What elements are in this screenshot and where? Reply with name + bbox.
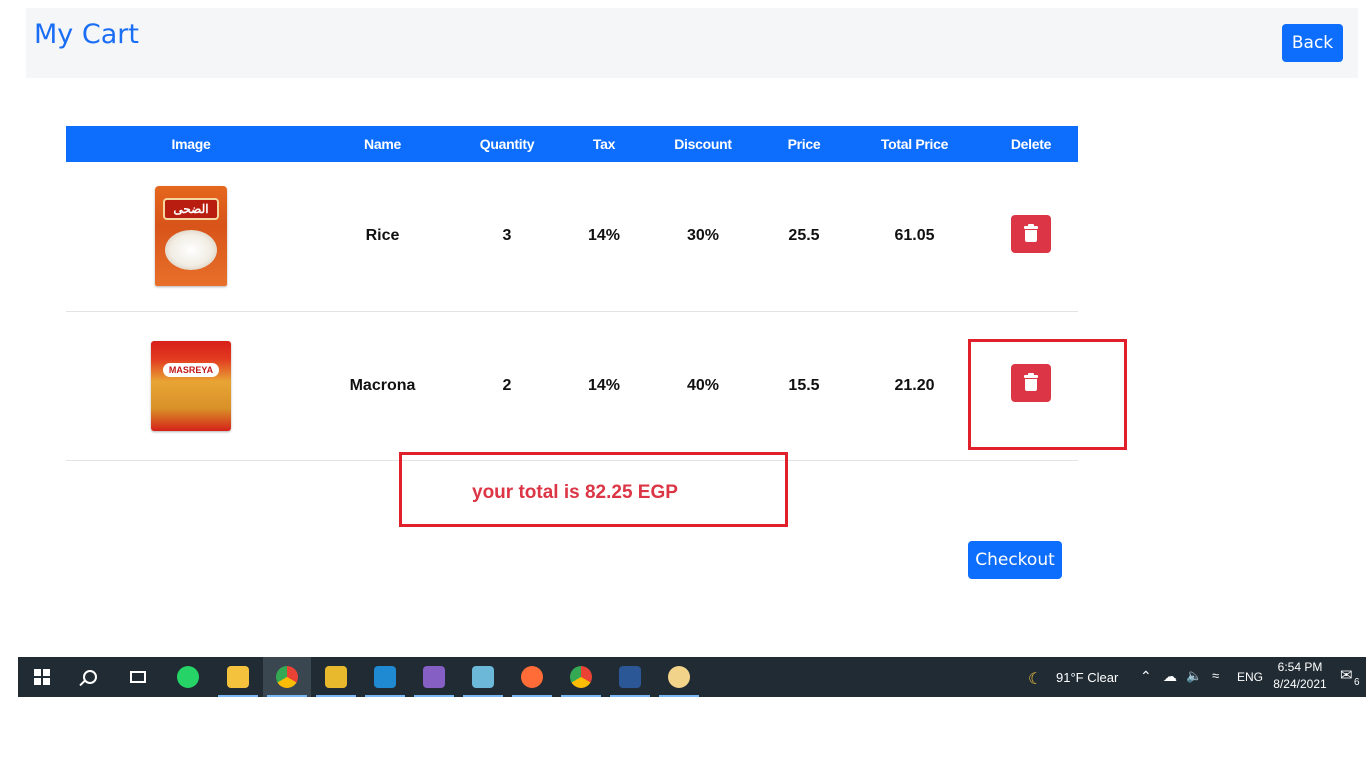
product-price: 25.5 <box>763 162 845 312</box>
product-total-price: 21.20 <box>845 311 984 461</box>
column-header-discount: Discount <box>674 136 732 152</box>
product-discount: 40% <box>643 311 763 461</box>
column-header-image: Image <box>171 136 211 152</box>
product-name: Rice <box>316 162 449 312</box>
spreadsheet-app-icon[interactable] <box>312 657 360 697</box>
whatsapp-icon[interactable] <box>164 657 212 697</box>
product-tax: 14% <box>565 162 643 312</box>
moon-icon: ☾ <box>1028 671 1043 688</box>
notes-app-icon[interactable] <box>459 657 507 697</box>
clock-date: 8/24/2021 <box>1273 677 1327 691</box>
file-explorer-icon[interactable] <box>214 657 262 697</box>
product-price: 15.5 <box>763 311 845 461</box>
total-highlight-box: your total is 82.25 EGP <box>399 452 788 527</box>
weather-text[interactable]: 91°F Clear <box>1056 670 1118 685</box>
column-header-total-price: Total Price <box>880 136 949 152</box>
system-clock[interactable]: 6:54 PM 8/24/2021 <box>1270 659 1330 693</box>
chevron-up-icon[interactable]: ⌃ <box>1140 668 1152 685</box>
column-header-delete: Delete <box>1010 136 1052 152</box>
search-icon[interactable] <box>66 657 114 697</box>
product-name: Macrona <box>316 311 449 461</box>
checkout-button[interactable]: Checkout <box>968 541 1062 579</box>
clock-time: 6:54 PM <box>1277 660 1323 674</box>
page-title: My Cart <box>34 19 139 50</box>
column-header-name: Name <box>364 136 401 152</box>
pasta-bag-image: MASREYA <box>151 340 231 431</box>
task-view-icon[interactable] <box>114 657 162 697</box>
windows-taskbar: ☾ 91°F Clear ⌃ ☁ 🔈 ≈ ENG 6:54 PM 8/24/20… <box>18 657 1366 697</box>
delete-cell <box>984 162 1078 312</box>
wifi-icon[interactable]: ≈ <box>1212 668 1219 683</box>
windows-start-icon[interactable] <box>18 657 66 697</box>
delete-button[interactable] <box>1011 214 1051 253</box>
page-header: My Cart Back <box>26 8 1358 78</box>
trash-icon <box>1024 223 1038 242</box>
chrome-icon[interactable] <box>263 657 311 697</box>
cloud-icon[interactable]: ☁ <box>1163 668 1177 685</box>
table-row: الضحى Rice 3 14% 30% 25.5 61.05 <box>66 162 1078 312</box>
paint-icon[interactable] <box>655 657 703 697</box>
product-image-cell: MASREYA <box>66 311 316 461</box>
product-tax: 14% <box>565 311 643 461</box>
column-header-price: Price <box>787 136 821 152</box>
word-icon[interactable] <box>606 657 654 697</box>
table-row: MASREYA Macrona 2 14% 40% 15.5 21.20 <box>66 311 1078 461</box>
product-quantity: 2 <box>449 311 565 461</box>
table-header-row: Image Name Quantity Tax Discount Price T… <box>66 126 1078 162</box>
rice-bag-image: الضحى <box>155 186 227 287</box>
notification-badge: 6 <box>1354 677 1360 688</box>
vscode-icon[interactable] <box>361 657 409 697</box>
product-total-price: 61.05 <box>845 162 984 312</box>
product-image-cell: الضحى <box>66 162 316 312</box>
chrome-icon[interactable] <box>557 657 605 697</box>
product-discount: 30% <box>643 162 763 312</box>
product-quantity: 3 <box>449 162 565 312</box>
cart-total: your total is 82.25 EGP <box>472 482 678 503</box>
column-header-tax: Tax <box>592 136 616 152</box>
notification-icon[interactable]: ✉ <box>1340 666 1353 684</box>
postman-icon[interactable] <box>508 657 556 697</box>
cart-table: Image Name Quantity Tax Discount Price T… <box>66 126 1078 461</box>
column-header-quantity: Quantity <box>479 136 535 152</box>
back-button[interactable]: Back <box>1282 24 1343 62</box>
language-indicator[interactable]: ENG <box>1237 670 1263 684</box>
volume-icon[interactable]: 🔈 <box>1186 668 1202 684</box>
visual-studio-icon[interactable] <box>410 657 458 697</box>
delete-highlight-box <box>968 339 1127 450</box>
